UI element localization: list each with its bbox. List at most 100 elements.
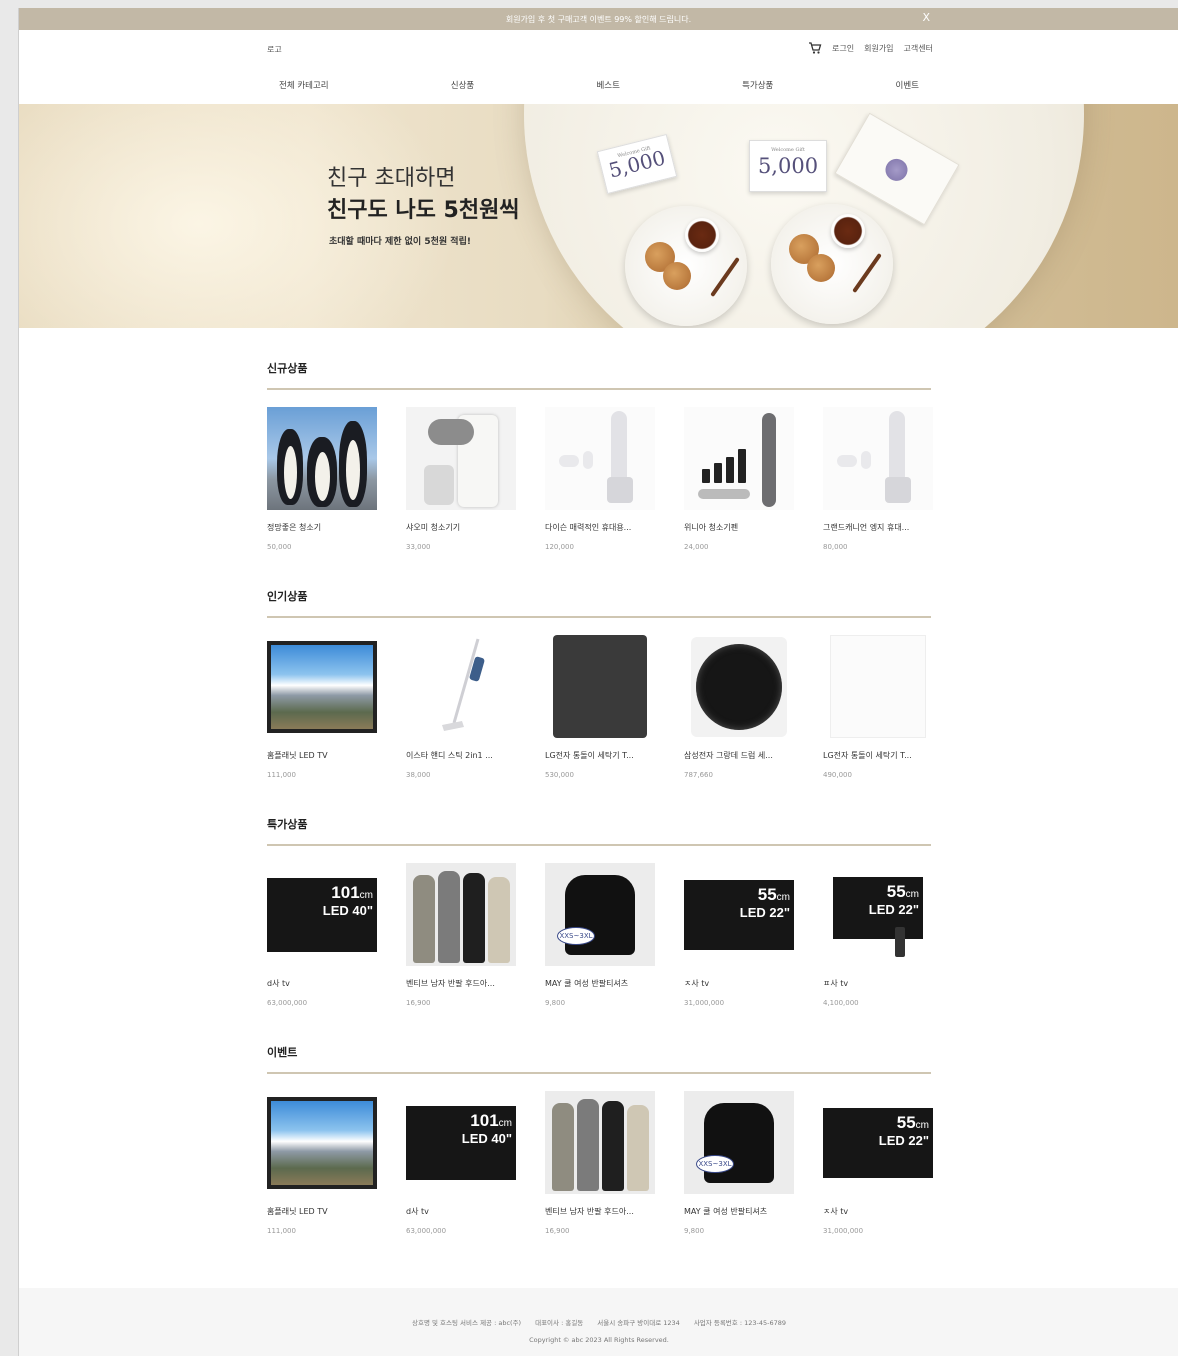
- product-card[interactable]: 삼성전자 그랑데 드럼 세... 787,660: [684, 635, 794, 779]
- section-event-products: 이벤트 홈플래닛 LED TV 111,000 101cm LED 40" d사…: [267, 1044, 933, 1235]
- remote-control-icon: [895, 927, 905, 957]
- product-card[interactable]: 벤티브 남자 반팔 후드아... 16,900: [406, 863, 516, 1007]
- footer-copyright: Copyright © abc 2023 All Rights Reserved…: [529, 1336, 669, 1344]
- footer-info: 상호명 및 호스팅 서비스 제공 : abc(주) 대표이사 : 홍길동 서울시…: [19, 1317, 1178, 1327]
- product-price: 490,000: [823, 771, 852, 779]
- tv-size-label: 101: [470, 1110, 499, 1130]
- tv-led-label: LED 40": [322, 902, 373, 918]
- product-price: 31,000,000: [823, 1227, 864, 1235]
- product-price: 4,100,000: [823, 999, 859, 1007]
- nav-special[interactable]: 특가상품: [730, 79, 785, 91]
- product-card[interactable]: 다이슨 매력적인 휴대용... 120,000: [545, 407, 655, 551]
- product-card[interactable]: 55cm LED 22" ㅈ사 tv 31,000,000: [684, 863, 794, 1007]
- nav-event[interactable]: 이벤트: [884, 79, 931, 91]
- section-popular-products: 인기상품 홈플래닛 LED TV 111,000 이스타 핸디 스틱 2in1 …: [267, 588, 933, 779]
- models-image: [551, 1095, 649, 1191]
- product-card[interactable]: 홈플래닛 LED TV 111,000: [267, 1091, 377, 1235]
- section-title: 이벤트: [267, 1046, 298, 1059]
- product-image: 101cm LED 40": [267, 863, 377, 966]
- product-card[interactable]: 101cm LED 40" d사 tv 63,000,000: [267, 863, 377, 1007]
- product-name: MAY 쿨 여성 반팔티셔츠: [545, 979, 629, 988]
- section-title: 특가상품: [267, 818, 308, 831]
- cookie-image: [807, 254, 835, 282]
- product-card[interactable]: 이스타 핸디 스틱 2in1 ... 38,000: [406, 635, 516, 779]
- tv-image: 101cm LED 40": [267, 877, 377, 952]
- tv-size-label: 55: [896, 1112, 916, 1132]
- product-card[interactable]: 정망좋은 청소기 50,000: [267, 407, 377, 551]
- cart-icon[interactable]: [808, 41, 822, 55]
- product-image: XXS~3XL: [545, 863, 655, 966]
- product-card[interactable]: 101cm LED 40" d사 tv 63,000,000: [406, 1091, 516, 1235]
- product-image: XXS~3XL: [684, 1091, 794, 1194]
- signup-link[interactable]: 회원가입: [864, 43, 893, 54]
- product-card[interactable]: 샤오미 청소기기 33,000: [406, 407, 516, 551]
- product-image: [684, 407, 794, 510]
- product-name: ㅈ사 tv: [684, 979, 710, 988]
- tv-led-label: LED 22": [878, 1132, 929, 1148]
- product-name: LG전자 통돌이 세탁기 T...: [823, 751, 912, 760]
- hero-subtitle: 초대할 때마다 제한 없이 5천원 적립!: [329, 237, 471, 247]
- page: 회원가입 후 첫 구매고객 이벤트 99% 할인해 드립니다. X 로고 로그인…: [18, 8, 1178, 1356]
- tv-unit-label: cm: [905, 888, 919, 900]
- logo[interactable]: 로고: [267, 44, 282, 55]
- product-card[interactable]: XXS~3XL MAY 쿨 여성 반팔티셔츠 9,800: [545, 863, 655, 1007]
- tea-cup-image: [685, 218, 719, 252]
- nav-best[interactable]: 베스트: [584, 79, 631, 91]
- product-name: 홈플래닛 LED TV: [267, 751, 328, 760]
- nav-new[interactable]: 신상품: [439, 79, 486, 91]
- tv-led-label: LED 22": [868, 901, 919, 917]
- section-divider: [267, 388, 931, 390]
- site-footer: 상호명 및 호스팅 서비스 제공 : abc(주) 대표이사 : 홍길동 서울시…: [19, 1288, 1178, 1356]
- section-divider: [267, 1072, 931, 1074]
- product-image: [267, 1091, 377, 1194]
- site-header: 로고 로그인 회원가입 고객센터 전체 카테고리 신상품 베스트 특가상품 이벤…: [19, 30, 1178, 104]
- product-price: 9,800: [684, 1227, 705, 1235]
- close-icon[interactable]: X: [922, 11, 930, 24]
- hero-title-line2: 친구도 나도 5천원씩: [327, 198, 520, 223]
- product-name: 이스타 핸디 스틱 2in1 ...: [406, 751, 493, 760]
- stick-vacuum-image: [442, 638, 485, 731]
- product-card[interactable]: 그랜드캐니언 엥지 휴대... 80,000: [823, 407, 933, 551]
- product-price: 33,000: [406, 543, 431, 551]
- login-link[interactable]: 로그인: [832, 43, 854, 54]
- hero-banner[interactable]: Welcome Gift 5,000 Welcome Gift 5,000 친구…: [19, 104, 1178, 328]
- product-card[interactable]: 위니아 청소기펜 24,000: [684, 407, 794, 551]
- product-image: 55cm LED 22": [684, 863, 794, 966]
- footer-biz-no: 사업자 등록번호 : 123-45-6789: [693, 1319, 786, 1327]
- product-image: [406, 635, 516, 738]
- product-price: 111,000: [267, 771, 296, 779]
- product-grid: 홈플래닛 LED TV 111,000 이스타 핸디 스틱 2in1 ... 3…: [267, 635, 933, 779]
- washer-white-image: [830, 635, 926, 738]
- product-price: 111,000: [267, 1227, 296, 1235]
- product-price: 9,800: [545, 999, 566, 1007]
- product-price: 38,000: [406, 771, 431, 779]
- product-price: 24,000: [684, 543, 709, 551]
- hero-title-line1: 친구 초대하면: [327, 166, 456, 191]
- nav-all-categories[interactable]: 전체 카테고리: [267, 79, 341, 91]
- tv-led-label: LED 40": [461, 1130, 512, 1146]
- support-link[interactable]: 고객센터: [904, 43, 933, 54]
- footer-company: 상호명 및 호스팅 서비스 제공 : abc(주): [412, 1319, 522, 1327]
- product-card[interactable]: 벤티브 남자 반팔 후드아... 16,900: [545, 1091, 655, 1235]
- tv-image: [267, 1096, 377, 1189]
- product-price: 16,900: [406, 999, 431, 1007]
- size-tag: XXS~3XL: [696, 1154, 734, 1173]
- section-divider: [267, 616, 931, 618]
- product-name: d사 tv: [406, 1207, 429, 1216]
- product-price: 16,900: [545, 1227, 570, 1235]
- product-card[interactable]: 홈플래닛 LED TV 111,000: [267, 635, 377, 779]
- product-card[interactable]: 55cm LED 22" ㅈ사 tv 31,000,000: [823, 1091, 933, 1235]
- tv-unit-label: cm: [776, 891, 790, 903]
- product-name: ㅈ사 tv: [823, 1207, 849, 1216]
- product-card[interactable]: 55cm LED 22" ㅍ사 tv 4,100,000: [823, 863, 933, 1007]
- tv-image: 55cm LED 22": [684, 879, 794, 950]
- product-card[interactable]: LG전자 통돌이 세탁기 T... 530,000: [545, 635, 655, 779]
- product-grid: 홈플래닛 LED TV 111,000 101cm LED 40" d사 tv …: [267, 1091, 933, 1235]
- product-card[interactable]: XXS~3XL MAY 쿨 여성 반팔티셔츠 9,800: [684, 1091, 794, 1235]
- section-title: 인기상품: [267, 590, 308, 603]
- footer-address: 서울시 송파구 방이대로 1234: [597, 1319, 680, 1327]
- product-image: 55cm LED 22": [823, 1091, 933, 1194]
- product-image: [545, 635, 655, 738]
- product-card[interactable]: LG전자 통돌이 세탁기 T... 490,000: [823, 635, 933, 779]
- product-image: 101cm LED 40": [406, 1091, 516, 1194]
